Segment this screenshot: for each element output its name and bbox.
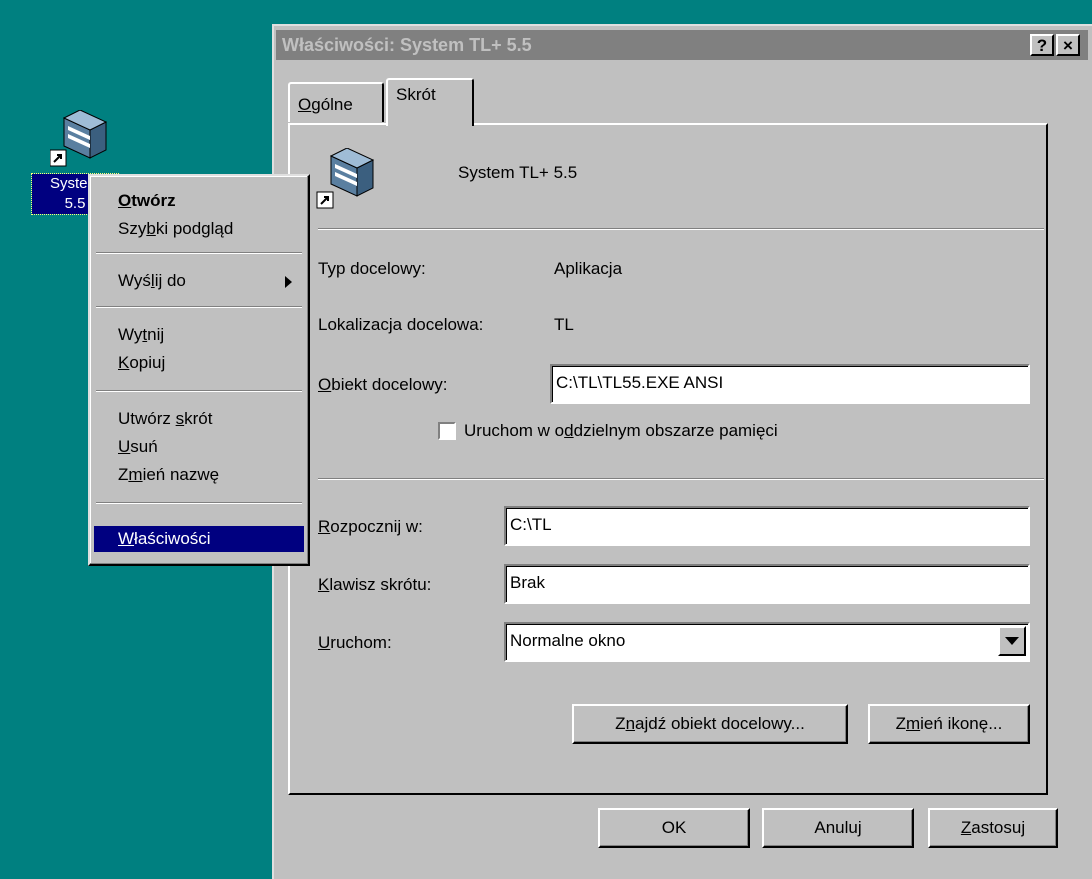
change-icon-text-1: Z: [895, 714, 906, 733]
menu-create-shortcut-text-2: krót: [184, 409, 213, 428]
change-icon-button[interactable]: Zmień ikonę...: [868, 704, 1030, 744]
tab-general-label: gólne: [311, 95, 353, 114]
separate-memory-text-2: dzielnym obszarze pamięci: [573, 421, 778, 440]
chevron-down-icon: [1005, 637, 1019, 645]
title-bar[interactable]: Właściwości: System TL+ 5.5 ? ×: [276, 30, 1088, 60]
menu-item-copy[interactable]: Kopiuj: [94, 350, 304, 376]
separator: [318, 478, 1044, 480]
find-target-text-2: ajdź obiekt docelowy...: [635, 714, 805, 733]
menu-delete-accel: U: [118, 437, 131, 456]
menu-item-send-to[interactable]: Wyślij do: [94, 268, 304, 294]
find-target-accel: n: [625, 714, 636, 733]
menu-delete-text: suń: [130, 437, 158, 456]
submenu-arrow-icon: [285, 276, 292, 288]
menu-separator: [96, 502, 302, 504]
close-button[interactable]: ×: [1056, 34, 1080, 56]
menu-copy-accel: K: [118, 353, 130, 372]
hotkey-field[interactable]: Brak: [504, 564, 1030, 604]
window-title: Właściwości: System TL+ 5.5: [282, 35, 532, 55]
hotkey-accel: K: [318, 575, 330, 594]
menu-item-quickview[interactable]: Szybki podgląd: [94, 216, 304, 242]
run-label: Uruchom:: [318, 632, 392, 654]
separate-memory-accel: d: [564, 421, 574, 440]
target-location-value: TL: [554, 315, 574, 334]
menu-cut-text-2: nij: [147, 325, 165, 344]
target-type-value: Aplikacja: [554, 259, 623, 278]
menu-item-delete[interactable]: Usuń: [94, 434, 304, 460]
run-text: ruchom:: [330, 633, 392, 652]
tab-shortcut-label: Skrót: [396, 85, 436, 104]
menu-create-shortcut-accel: s: [175, 409, 185, 428]
context-menu: Otwórz Szybki podgląd Wyślij do Wytnij K…: [88, 174, 310, 566]
separate-memory-label[interactable]: Uruchom w oddzielnym obszarze pamięci: [464, 420, 778, 442]
menu-item-properties[interactable]: Właściwości: [94, 526, 304, 552]
target-type-label: Typ docelowy:: [318, 259, 426, 278]
apply-text: astosuj: [971, 818, 1026, 837]
menu-cut-text-1: Wy: [118, 325, 143, 344]
target-location-label: Lokalizacja docelowa:: [318, 315, 484, 334]
apply-accel: Z: [960, 818, 972, 837]
target-label: Obiekt docelowy:: [318, 374, 447, 396]
menu-separator: [96, 390, 302, 392]
tab-general[interactable]: Ogólne: [288, 82, 384, 122]
separate-memory-text-1: Uruchom w o: [464, 421, 565, 440]
menu-item-cut[interactable]: Wytnij: [94, 322, 304, 348]
target-label-accel: O: [318, 375, 332, 394]
menu-open-text: twórz: [131, 191, 176, 210]
menu-rename-text-1: Z: [118, 465, 129, 484]
menu-copy-text: opiuj: [129, 353, 166, 372]
apply-button[interactable]: Zastosuj: [928, 808, 1058, 848]
find-target-text-1: Z: [615, 714, 626, 733]
target-field[interactable]: C:\TL\TL55.EXE ANSI: [550, 364, 1030, 404]
menu-item-rename[interactable]: Zmień nazwę: [94, 462, 304, 488]
run-select[interactable]: Normalne okno: [504, 622, 1030, 662]
menu-item-create-shortcut[interactable]: Utwórz skrót: [94, 406, 304, 432]
menu-separator: [96, 252, 302, 254]
menu-separator: [96, 306, 302, 308]
menu-properties-accel: W: [118, 529, 135, 548]
menu-create-shortcut-text-1: Utwórz: [118, 409, 176, 428]
menu-properties-text: łaściwości: [134, 529, 211, 548]
start-in-field[interactable]: C:\TL: [504, 506, 1030, 546]
menu-quickview-text-1: Szy: [118, 219, 147, 238]
books-shortcut-icon: [50, 110, 108, 167]
tab-shortcut[interactable]: Skrót: [386, 78, 474, 126]
dropdown-button[interactable]: [998, 626, 1026, 656]
hotkey-label: Klawisz skrótu:: [318, 574, 431, 596]
menu-quickview-text-2: ki podgląd: [155, 219, 234, 238]
ok-button[interactable]: OK: [598, 808, 750, 848]
start-in-text: ozpocznij w:: [330, 517, 423, 536]
menu-sendto-text-1: Wyś: [118, 271, 151, 290]
separator: [318, 228, 1044, 230]
hotkey-text: lawisz skrótu:: [329, 575, 432, 594]
menu-open-accel: O: [118, 191, 132, 210]
tab-general-accel: O: [298, 95, 312, 114]
start-in-label: Rozpocznij w:: [318, 516, 423, 538]
menu-quickview-accel: b: [146, 219, 156, 238]
books-shortcut-icon: [316, 148, 375, 209]
separate-memory-checkbox[interactable]: [438, 422, 456, 440]
run-select-value: Normalne okno: [510, 631, 626, 650]
cancel-button[interactable]: Anuluj: [762, 808, 914, 848]
target-label-text: biekt docelowy:: [331, 375, 448, 394]
change-icon-accel: m: [905, 714, 921, 733]
menu-item-open[interactable]: Otwórz: [94, 188, 304, 214]
menu-rename-accel: m: [128, 465, 143, 484]
start-in-accel: R: [318, 517, 331, 536]
menu-rename-text-2: ień nazwę: [142, 465, 220, 484]
menu-sendto-text-2: ij do: [154, 271, 186, 290]
tab-panel: [288, 123, 1048, 795]
help-button[interactable]: ?: [1030, 34, 1054, 56]
shortcut-name: System TL+ 5.5: [458, 163, 578, 182]
find-target-button[interactable]: Znajdź obiekt docelowy...: [572, 704, 848, 744]
run-accel: U: [318, 633, 331, 652]
change-icon-text-2: ień ikonę...: [920, 714, 1003, 733]
